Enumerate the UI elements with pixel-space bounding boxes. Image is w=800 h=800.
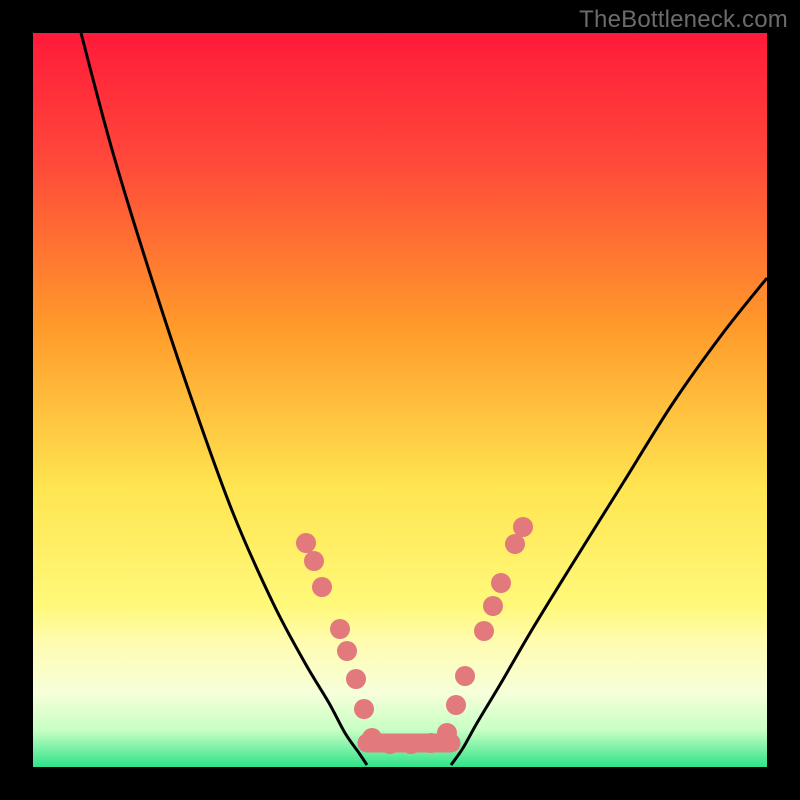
data-marker bbox=[505, 534, 525, 554]
right-curve bbox=[451, 278, 767, 765]
data-marker bbox=[330, 619, 350, 639]
data-marker bbox=[337, 641, 357, 661]
data-marker bbox=[437, 723, 457, 743]
data-marker bbox=[474, 621, 494, 641]
marker-group bbox=[296, 517, 533, 754]
data-marker bbox=[362, 728, 382, 748]
left-curve bbox=[81, 33, 367, 765]
data-marker bbox=[354, 699, 374, 719]
data-marker bbox=[296, 533, 316, 553]
chart-frame bbox=[33, 33, 767, 767]
data-marker bbox=[304, 551, 324, 571]
data-marker bbox=[312, 577, 332, 597]
data-marker bbox=[401, 734, 421, 754]
data-marker bbox=[483, 596, 503, 616]
data-marker bbox=[513, 517, 533, 537]
data-marker bbox=[491, 573, 511, 593]
chart-svg bbox=[33, 33, 767, 767]
data-marker bbox=[346, 669, 366, 689]
data-marker bbox=[446, 695, 466, 715]
watermark-text: TheBottleneck.com bbox=[579, 6, 788, 34]
data-marker bbox=[380, 734, 400, 754]
data-marker bbox=[455, 666, 475, 686]
